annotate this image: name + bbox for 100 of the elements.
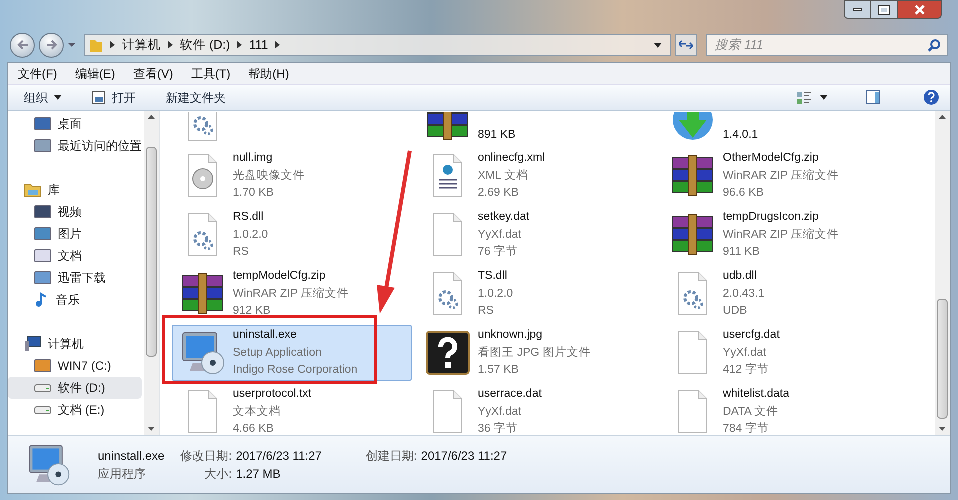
- preview-pane-button[interactable]: [866, 90, 881, 105]
- close-button[interactable]: [897, 0, 942, 19]
- breadcrumb-arrow-icon: [168, 41, 173, 49]
- file-tile[interactable]: OtherModelCfg.zip WinRAR ZIP 压缩文件 96.6 KB: [662, 148, 902, 204]
- file-tile[interactable]: uninstall.exe Setup Application Indigo Rose Corporation: [172, 325, 412, 381]
- menu-item[interactable]: 文件(F): [18, 64, 58, 82]
- file-tile[interactable]: usercfg.dat YyXf.dat 412 字节: [662, 325, 902, 381]
- help-icon: [923, 89, 940, 106]
- scroll-thumb[interactable]: [937, 299, 948, 419]
- file-tile[interactable]: setkey.dat YyXf.dat 76 字节: [417, 207, 657, 263]
- file-name: onlinecfg.xml: [478, 151, 546, 166]
- file-name: udb.dll: [723, 269, 758, 284]
- file-detail: Indigo Rose Corporation: [233, 363, 358, 378]
- file-name: setkey.dat: [478, 210, 530, 226]
- file-tile[interactable]: userprotocol.txt 文本文档 4.66 KB: [172, 384, 412, 435]
- file-tile[interactable]: TS.dll 1.0.2.0 RS: [417, 266, 657, 322]
- file-detail: 96.6 KB: [723, 186, 765, 202]
- minimize-icon: [853, 8, 862, 11]
- scroll-thumb[interactable]: [146, 147, 157, 357]
- minimize-button[interactable]: [844, 0, 871, 19]
- sidebar-item[interactable]: 迅雷下载: [8, 267, 142, 289]
- back-button[interactable]: [10, 32, 35, 58]
- file-detail: 784 字节: [723, 421, 770, 435]
- maximize-button[interactable]: [871, 0, 897, 19]
- file-name: whitelist.data: [723, 387, 790, 402]
- file-detail: 412 字节: [723, 362, 770, 378]
- sidebar-item[interactable]: 音乐: [8, 289, 142, 311]
- file-name: usercfg.dat: [723, 328, 780, 344]
- folder-icon: [89, 37, 103, 53]
- menu-item[interactable]: 帮助(H): [248, 64, 290, 82]
- history-dropdown-icon: [68, 42, 76, 48]
- question-mark-icon: [424, 329, 472, 377]
- file-detail: XML 文档: [478, 168, 530, 184]
- scroll-up-icon: [148, 115, 155, 119]
- sidebar-label: 迅雷下载: [58, 270, 106, 287]
- drive-icon: [34, 404, 52, 416]
- file-detail: RS: [478, 304, 495, 320]
- sidebar-item[interactable]: 桌面: [8, 113, 142, 135]
- sidebar-item[interactable]: 视频: [8, 201, 142, 223]
- file-tile[interactable]: unknown.jpg 看图王 JPG 图片文件 1.57 KB: [417, 325, 657, 381]
- file-detail: YyXf.dat: [478, 404, 522, 420]
- file-tile[interactable]: userrace.dat YyXf.dat 36 字节: [417, 384, 657, 435]
- breadcrumb-link[interactable]: 计算机: [122, 36, 161, 54]
- refresh-arrows-icon: [679, 40, 693, 50]
- file-name: OtherModelCfg.zip: [723, 151, 820, 166]
- menu-item[interactable]: 工具(T): [191, 64, 231, 82]
- scrollbar[interactable]: [935, 111, 950, 435]
- sidebar-item[interactable]: 软件 (D:): [8, 377, 142, 399]
- refresh-button[interactable]: [675, 34, 697, 56]
- toolbar-button[interactable]: 新建文件夹: [166, 88, 226, 106]
- back-arrow-icon: [16, 40, 28, 50]
- file-tile[interactable]: tempDrugsIcon.zip WinRAR ZIP 压缩文件 911 KB: [662, 207, 902, 263]
- window-icon: [92, 90, 106, 104]
- toolbar-button[interactable]: 打开: [92, 88, 136, 106]
- sidebar-item[interactable]: 最近访问的位置: [8, 135, 142, 157]
- file-detail: 1.57 KB: [478, 363, 520, 378]
- file-tile[interactable]: udb.dll 2.0.43.1 UDB: [662, 266, 902, 322]
- close-icon: [914, 4, 926, 14]
- breadcrumb-link[interactable]: 软件 (D:): [180, 36, 230, 54]
- forward-button[interactable]: [39, 32, 64, 58]
- sidebar-label: 音乐: [56, 292, 80, 309]
- folder-item-icon: [34, 116, 52, 132]
- file-tile[interactable]: 891 KB: [417, 111, 657, 145]
- file-detail: 36 字节: [478, 421, 519, 435]
- toolbar-button[interactable]: 组织: [24, 88, 62, 106]
- dropdown-caret-icon: [54, 95, 62, 100]
- sidebar-label: 视频: [58, 204, 82, 221]
- help-button[interactable]: [923, 89, 940, 106]
- sidebar-item[interactable]: 文档 (E:): [8, 399, 142, 421]
- file-tile[interactable]: 1.4.0.1: [662, 111, 902, 145]
- scrollbar[interactable]: [144, 111, 159, 435]
- sidebar-item[interactable]: 计算机: [8, 333, 142, 355]
- view-options-button[interactable]: [796, 90, 828, 104]
- scroll-down-icon: [939, 427, 946, 431]
- file-tile[interactable]: tempModelCfg.zip WinRAR ZIP 压缩文件 912 KB: [172, 266, 412, 322]
- file-tile[interactable]: RS.dll 1.0.2.0 RS: [172, 207, 412, 263]
- file-detail: 76 字节: [478, 244, 519, 260]
- file-name: 891 KB: [478, 128, 516, 142]
- sidebar-item[interactable]: WIN7 (C:): [8, 355, 142, 377]
- sidebar-label: WIN7 (C:): [58, 358, 112, 375]
- folder-item-icon: [34, 204, 52, 220]
- menu-item[interactable]: 查看(V): [133, 64, 174, 82]
- sidebar-label: 文档 (E:): [58, 402, 105, 419]
- computer-icon: [24, 336, 42, 352]
- sidebar-item[interactable]: 库: [8, 179, 142, 201]
- file-tile[interactable]: whitelist.data DATA 文件 784 字节: [662, 384, 902, 435]
- search-field[interactable]: 搜索 111: [706, 34, 948, 56]
- folder-item-icon: [34, 270, 52, 286]
- address-field[interactable]: 计算机 软件 (D:) 111: [84, 34, 671, 56]
- file-detail: WinRAR ZIP 压缩文件: [723, 168, 840, 184]
- sidebar-item[interactable]: 文档: [8, 245, 142, 267]
- file-tile[interactable]: onlinecfg.xml XML 文档 2.69 KB: [417, 148, 657, 204]
- sidebar-item[interactable]: 图片: [8, 223, 142, 245]
- breadcrumb-arrow-icon: [110, 41, 115, 49]
- sidebar-label: 文档: [58, 248, 82, 265]
- library-folder-icon: [24, 182, 42, 198]
- file-detail: 912 KB: [233, 304, 272, 320]
- menu-item[interactable]: 编辑(E): [75, 64, 116, 82]
- breadcrumb-link[interactable]: 111: [249, 36, 268, 54]
- file-tile[interactable]: null.img 光盘映像文件 1.70 KB: [172, 148, 412, 204]
